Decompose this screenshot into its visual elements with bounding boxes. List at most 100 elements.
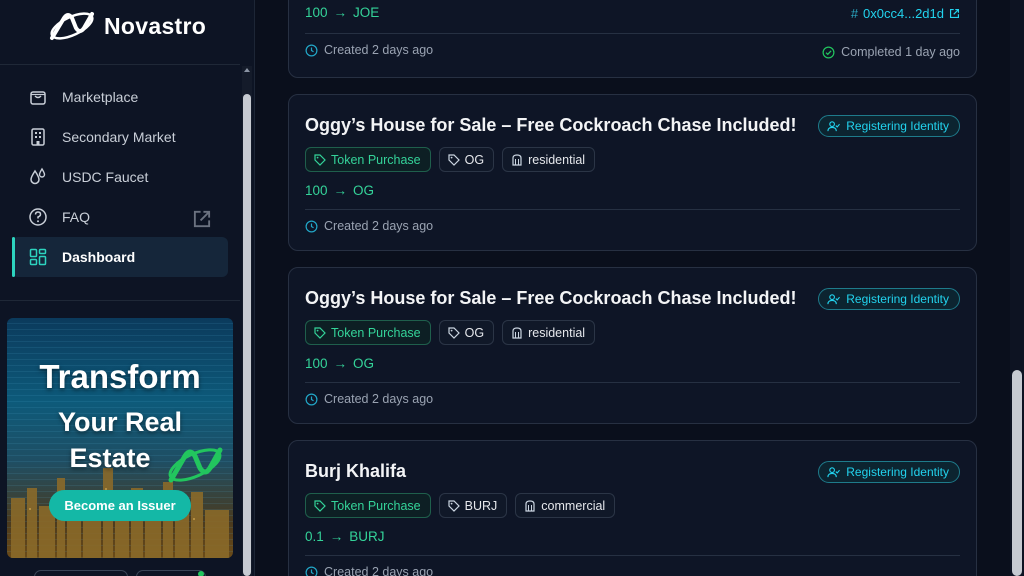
- main-scrollbar[interactable]: [1010, 0, 1024, 576]
- tx-hash-link[interactable]: # 0x0cc4...2d1d: [851, 6, 960, 21]
- arrow-right-icon: →: [333, 183, 348, 198]
- tag-list: Token Purchase OG residential: [305, 147, 596, 172]
- tag-list: Token Purchase BURJ commercial: [305, 493, 616, 518]
- arrow-right-icon: →: [333, 356, 348, 371]
- completed-time: Completed 1 day ago: [822, 45, 960, 59]
- transaction-card: Oggy’s House for Sale – Free Cockroach C…: [288, 267, 977, 424]
- transaction-card: Burj Khalifa Registering Identity Token …: [288, 440, 977, 576]
- tag: Token Purchase: [305, 493, 431, 518]
- sidebar-item-secondary-market[interactable]: Secondary Market: [12, 117, 228, 157]
- property-title: Oggy’s House for Sale – Free Cockroach C…: [305, 115, 797, 135]
- amount-line: 0.1 → BURJ: [305, 529, 385, 544]
- sidebar-item-dashboard[interactable]: Dashboard: [12, 237, 228, 277]
- tag-icon: [448, 326, 460, 339]
- sidebar: Novastro Marketplace Secondary Market US…: [0, 0, 255, 576]
- novastro-logo-icon: [168, 447, 223, 483]
- sidebar-nav: Marketplace Secondary Market USDC Faucet…: [12, 77, 228, 277]
- token-symbol: BURJ: [349, 529, 385, 544]
- grid-icon: [29, 248, 47, 266]
- check-circle-icon: [822, 46, 835, 58]
- tag: Token Purchase: [305, 147, 431, 172]
- sidebar-item-faq[interactable]: FAQ: [12, 197, 228, 237]
- logo[interactable]: Novastro: [48, 8, 206, 44]
- building-icon: [512, 153, 522, 166]
- sidebar-scrollbar-thumb[interactable]: [243, 94, 251, 576]
- tag: OG: [438, 147, 495, 172]
- transaction-card: 100 → JOE # 0x0cc4...2d1d Created 2 days…: [288, 0, 977, 78]
- tag-label: residential: [528, 325, 586, 340]
- tag-label: commercial: [541, 498, 606, 513]
- tag-label: Token Purchase: [331, 498, 421, 513]
- tag-icon: [314, 499, 326, 512]
- tag: BURJ: [438, 493, 508, 518]
- created-text: Created 2 days ago: [324, 43, 434, 57]
- status-text: Registering Identity: [846, 292, 949, 306]
- bag-icon: [30, 91, 46, 105]
- tag-icon: [314, 326, 326, 339]
- transaction-card: Oggy’s House for Sale – Free Cockroach C…: [288, 94, 977, 251]
- divider: [305, 555, 960, 556]
- sidebar-item-usdc-faucet[interactable]: USDC Faucet: [12, 157, 228, 197]
- divider: [305, 209, 960, 210]
- arrow-right-icon: →: [333, 5, 348, 20]
- property-title: Burj Khalifa: [305, 461, 407, 481]
- tag-label: Token Purchase: [331, 325, 421, 340]
- tag: OG: [438, 320, 495, 345]
- token-symbol: OG: [353, 356, 375, 371]
- building-icon: [31, 128, 45, 146]
- scroll-up-arrow-icon[interactable]: [244, 68, 250, 72]
- become-issuer-button[interactable]: Become an Issuer: [49, 490, 191, 521]
- amount-value: 0.1: [305, 529, 324, 544]
- tag-label: BURJ: [464, 498, 498, 513]
- promo-subtitle-line: Your Real: [57, 407, 183, 437]
- sidebar-item-label: FAQ: [62, 209, 91, 225]
- amount-value: 100: [305, 356, 328, 371]
- promo-title: Transform: [39, 358, 201, 395]
- sidebar-item-marketplace[interactable]: Marketplace: [12, 77, 228, 117]
- created-time: Created 2 days ago: [305, 43, 433, 57]
- sidebar-footer-button[interactable]: [34, 570, 128, 576]
- amount-value: 100: [305, 183, 328, 198]
- divider: [0, 64, 240, 65]
- property-title: Oggy’s House for Sale – Free Cockroach C…: [305, 288, 797, 308]
- tag: residential: [502, 320, 596, 345]
- external-link-icon: [193, 210, 211, 228]
- droplets-icon: [30, 167, 46, 185]
- status-badge: Registering Identity: [818, 115, 960, 137]
- building-icon: [525, 499, 535, 512]
- clock-icon: [305, 44, 318, 56]
- clock-icon: [305, 393, 318, 405]
- token-symbol: JOE: [353, 5, 380, 20]
- issuer-promo-banner: Transform Your Real Estate Become an Iss…: [7, 318, 233, 558]
- divider: [305, 382, 960, 383]
- created-time: Created 2 days ago: [305, 392, 433, 406]
- novastro-logo-icon: [50, 12, 94, 40]
- app-name: Novastro: [104, 12, 207, 39]
- help-circle-icon: [29, 208, 47, 226]
- dashboard-main: 100 → JOE # 0x0cc4...2d1d Created 2 days…: [256, 0, 1024, 576]
- tx-hash-value: 0x0cc4...2d1d: [863, 6, 944, 21]
- divider: [0, 300, 240, 301]
- amount-line: 100 → OG: [305, 183, 374, 198]
- amount-line: 100 → OG: [305, 356, 374, 371]
- clock-icon: [305, 566, 318, 576]
- created-text: Created 2 days ago: [324, 565, 434, 576]
- amount-line: 100 → JOE: [305, 5, 379, 20]
- online-status-dot: [198, 571, 204, 576]
- user-check-icon: [827, 120, 841, 131]
- sidebar-footer-button[interactable]: [136, 570, 206, 576]
- tag: residential: [502, 147, 596, 172]
- tag-list: Token Purchase OG residential: [305, 320, 596, 345]
- tag-label: Token Purchase: [331, 152, 421, 167]
- status-badge: Registering Identity: [818, 461, 960, 483]
- tag: commercial: [515, 493, 616, 518]
- tag-icon: [448, 499, 460, 512]
- status-badge: Registering Identity: [818, 288, 960, 310]
- sidebar-item-label: USDC Faucet: [62, 169, 149, 185]
- amount-value: 100: [305, 5, 328, 20]
- building-icon: [512, 326, 522, 339]
- main-scrollbar-thumb[interactable]: [1012, 370, 1022, 576]
- tag-label: OG: [464, 325, 485, 340]
- sidebar-scrollbar[interactable]: [242, 66, 252, 576]
- divider: [305, 33, 960, 34]
